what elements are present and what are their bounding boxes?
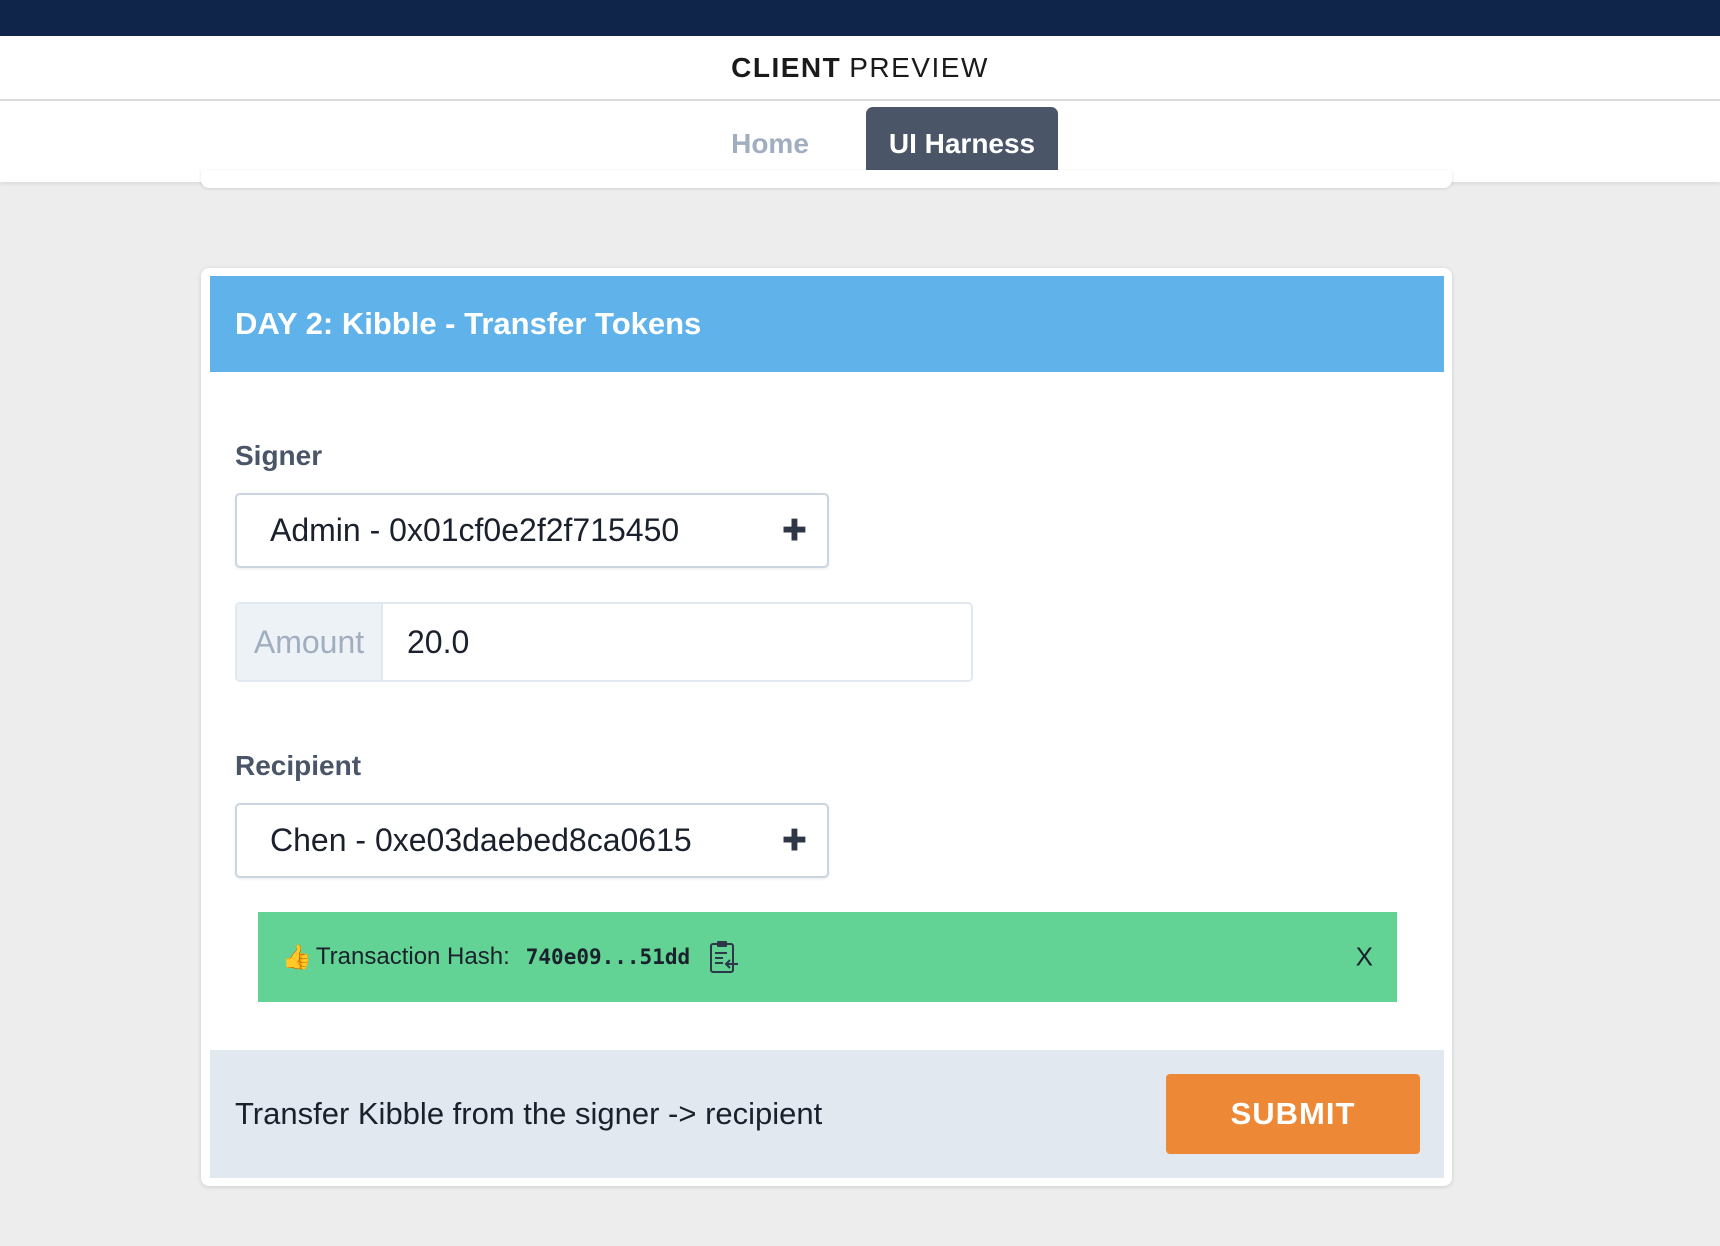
previous-card-bottom [201,170,1452,188]
transaction-hash-value: 740e09...51dd [525,945,691,969]
submit-button[interactable]: SUBMIT [1166,1074,1420,1154]
recipient-label: Recipient [235,750,362,781]
recipient-value: Chen - 0xe03daebed8ca0615 [270,822,692,858]
amount-input[interactable] [383,604,971,680]
amount-input-group: Amount [235,602,973,682]
transaction-hash-label: Transaction Hash: [315,943,510,970]
footer-description: Transfer Kibble from the signer -> recip… [235,1096,823,1131]
signer-select[interactable]: Admin - 0x01cf0e2f2f715450 ✚ [235,493,829,568]
transaction-success-banner: 👍 Transaction Hash: 740e09...51dd X [258,912,1397,1002]
app-title-rest: PREVIEW [849,51,989,83]
plus-icon[interactable]: ✚ [782,513,807,548]
recipient-select[interactable]: Chen - 0xe03daebed8ca0615 ✚ [235,803,829,878]
plus-icon[interactable]: ✚ [782,823,807,858]
card-footer: Transfer Kibble from the signer -> recip… [210,1050,1444,1178]
app-title-bar: CLIENT PREVIEW [0,36,1720,101]
amount-addon: Amount [237,604,383,680]
app-title-bold: CLIENT [731,51,842,83]
signer-value: Admin - 0x01cf0e2f2f715450 [270,512,680,548]
signer-label: Signer [235,440,323,471]
top-strip [0,0,1720,36]
thumbs-up-icon: 👍 [282,943,312,971]
card-title: DAY 2: Kibble - Transfer Tokens [210,276,1444,372]
transfer-card: DAY 2: Kibble - Transfer Tokens Signer A… [201,268,1452,1186]
clipboard-copy-icon[interactable] [708,939,740,975]
close-banner-button[interactable]: X [1356,942,1373,973]
